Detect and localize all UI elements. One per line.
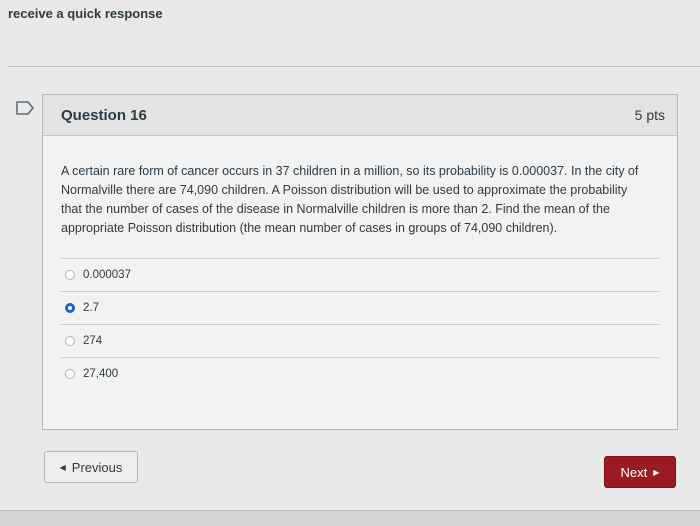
answer-option[interactable]: 274 [61, 324, 659, 357]
triangle-left-icon: ◀ [59, 462, 66, 472]
answer-option-selected[interactable]: 2.7 [61, 291, 659, 324]
flag-question-icon[interactable] [16, 100, 34, 116]
question-card: Question 16 5 pts A certain rare form of… [42, 94, 678, 430]
next-button-label: Next [620, 464, 648, 480]
previous-button-label: Previous [71, 459, 123, 475]
radio-unchecked-icon[interactable] [65, 270, 75, 280]
bottom-bar [0, 510, 700, 526]
answer-label: 2.7 [83, 302, 99, 314]
answer-label: 27,400 [83, 368, 119, 380]
header-divider [8, 66, 700, 67]
next-button[interactable]: Next ▶ [604, 456, 676, 488]
question-title: Question 16 [61, 106, 147, 124]
triangle-right-icon: ▶ [653, 467, 660, 477]
answer-label: 0.000037 [83, 269, 131, 281]
answer-option[interactable]: 27,400 [61, 357, 659, 390]
question-text: A certain rare form of cancer occurs in … [61, 164, 639, 235]
radio-checked-icon[interactable] [65, 303, 75, 313]
page-header-text: receive a quick response [8, 6, 163, 21]
answer-label: 274 [83, 335, 103, 347]
answer-option[interactable]: 0.000037 [61, 258, 659, 291]
radio-unchecked-icon[interactable] [65, 336, 75, 346]
answer-list: 0.000037 2.7 274 27,400 [43, 258, 677, 390]
radio-unchecked-icon[interactable] [65, 369, 75, 379]
question-points: 5 pts [634, 107, 665, 123]
previous-button[interactable]: ◀ Previous [44, 451, 138, 483]
question-header: Question 16 5 pts [43, 95, 677, 136]
